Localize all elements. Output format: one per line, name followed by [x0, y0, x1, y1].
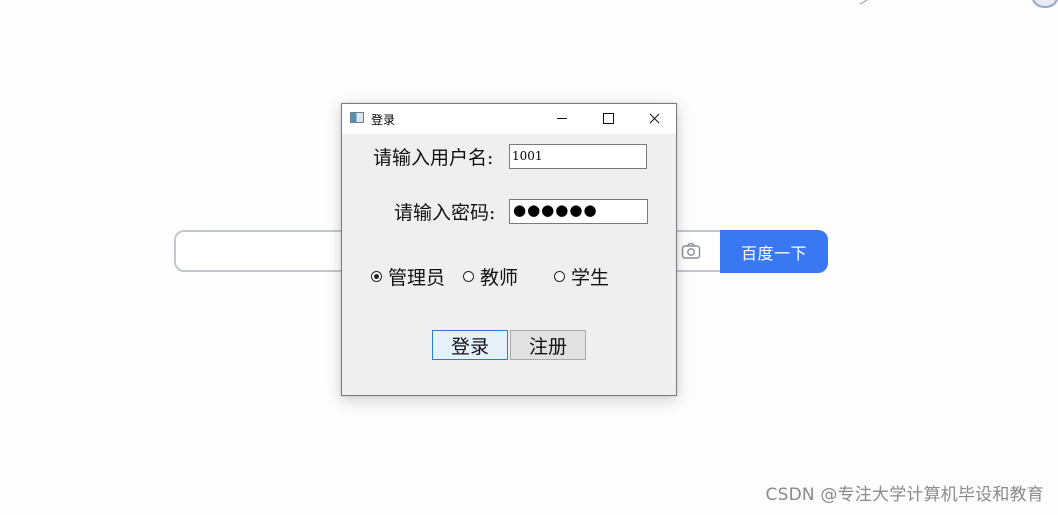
register-button[interactable]: 注册: [510, 330, 586, 360]
close-button[interactable]: [631, 104, 677, 134]
password-field[interactable]: ●●●●●●: [509, 199, 648, 224]
maximize-button[interactable]: [585, 104, 631, 134]
radio-checked-icon: [371, 271, 382, 282]
username-field[interactable]: 1001: [509, 144, 647, 169]
camera-icon[interactable]: [681, 242, 701, 260]
minimize-button[interactable]: [539, 104, 585, 134]
page: 百度一下 CSDN @专注大学计算机毕设和教育 登录 请输入用户名: 1001 …: [0, 0, 1058, 515]
avatar[interactable]: [1032, 0, 1058, 8]
watermark: CSDN @专注大学计算机毕设和教育: [765, 485, 1044, 505]
username-label: 请输入用户名:: [373, 147, 494, 169]
radio-unchecked-icon: [554, 271, 565, 282]
app-icon: [350, 112, 364, 123]
login-button[interactable]: 登录: [432, 330, 508, 360]
title-bar[interactable]: 登录: [342, 104, 676, 134]
password-label: 请输入密码:: [394, 202, 496, 224]
role-label-teacher: 教师: [480, 267, 519, 289]
login-dialog: 登录 请输入用户名: 1001 请输入密码: ●●●●●● 管理员 教师 学生 …: [341, 103, 677, 396]
role-label-student: 学生: [571, 267, 610, 289]
window-title: 登录: [371, 113, 396, 127]
role-label-admin: 管理员: [388, 267, 446, 289]
role-radio-teacher[interactable]: 教师: [463, 263, 518, 290]
search-button[interactable]: 百度一下: [720, 230, 828, 273]
radio-unchecked-icon: [463, 271, 474, 282]
role-radio-admin[interactable]: 管理员: [371, 263, 445, 290]
corner-mark: [856, 0, 868, 5]
role-radio-student[interactable]: 学生: [554, 263, 609, 290]
